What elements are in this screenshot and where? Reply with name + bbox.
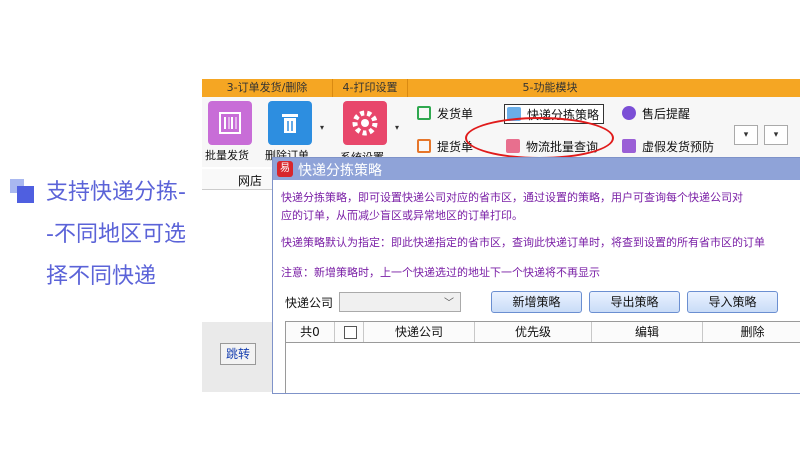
tab-function-module[interactable]: 5-功能模块 — [408, 79, 692, 97]
aftersale-label: 售后提醒 — [642, 106, 691, 121]
combo-2[interactable]: ▾ — [764, 125, 788, 145]
barcode-icon — [219, 112, 241, 134]
system-settings-button[interactable] — [343, 101, 387, 145]
fake-ship-prevent-label: 虚假发货预防 — [642, 139, 715, 154]
ribbon-tabbar: 3-订单发货/删除 4-打印设置 5-功能模块 — [202, 79, 800, 97]
batch-ship-button[interactable] — [208, 101, 252, 145]
header-delete: 删除 — [740, 325, 765, 339]
description-line-2: 应的订单，从而减少盲区或异常地区的订单打印。 — [281, 209, 523, 222]
promo-bullet-icon — [10, 179, 34, 203]
shield-icon — [622, 139, 636, 153]
app-logo-icon: 易 — [277, 161, 293, 177]
store-column-header: 网店 — [202, 169, 272, 190]
header-company: 快递公司 — [364, 322, 475, 342]
default-strategy-description: 快递策略默认为指定：即此快递指定的省市区，查询此快递订单时，将查到设置的所有省市… — [281, 236, 765, 249]
dialog-titlebar: 易 快递分拣策略 — [273, 158, 800, 180]
description-line-1: 快递分拣策略，即可设置快递公司对应的省市区，通过设置的策略，用户可查询每个快递公… — [281, 191, 743, 204]
header-edit: 编辑 — [592, 322, 703, 342]
ship-single-label: 发货单 — [437, 106, 474, 121]
batch-ship-label: 批量发货 — [205, 149, 249, 162]
strategy-table: 共0 快递公司 优先级 编辑 删除 — [285, 321, 800, 393]
export-strategy-button[interactable]: 导出策略 — [589, 291, 680, 313]
add-strategy-button[interactable]: 新增策略 — [491, 291, 582, 313]
print-icon — [417, 106, 431, 120]
tab-print-settings[interactable]: 4-打印设置 — [333, 79, 408, 97]
company-select[interactable]: ﹀ — [339, 292, 461, 312]
trash-icon — [282, 114, 298, 133]
ship-single-button[interactable]: 发货单 — [417, 104, 473, 122]
promo-text: 支持快递分拣--不同地区可选择不同快递 — [46, 180, 186, 289]
tab-order-ship-delete[interactable]: 3-订单发货/删除 — [202, 79, 333, 97]
header-priority: 优先级 — [475, 322, 592, 342]
aftersale-reminder-button[interactable]: 售后提醒 — [622, 104, 690, 122]
bell-icon — [622, 106, 636, 120]
gear-icon — [352, 110, 378, 136]
system-settings-dropdown-icon[interactable]: ▾ — [395, 123, 399, 132]
table-header-row: 共0 快递公司 优先级 编辑 删除 — [286, 322, 800, 343]
header-total: 共0 — [286, 322, 335, 342]
note-text: 注意：新增策略时，上一个快递选过的地址下一个快递将不再显示 — [281, 266, 600, 279]
document-icon — [417, 139, 431, 153]
chevron-down-icon: ﹀ — [444, 298, 454, 309]
delete-order-dropdown-icon[interactable]: ▾ — [320, 123, 324, 132]
company-label: 快递公司 — [285, 296, 334, 310]
express-sort-dialog: 易 快递分拣策略 快递分拣策略，即可设置快递公司对应的省市区，通过设置的策略，用… — [272, 157, 800, 394]
fake-ship-prevent-button[interactable]: 虚假发货预防 — [622, 137, 714, 155]
jump-button[interactable]: 跳转 — [220, 343, 256, 365]
highlight-oval — [465, 117, 614, 159]
select-all-checkbox[interactable] — [344, 326, 357, 339]
import-strategy-button[interactable]: 导入策略 — [687, 291, 778, 313]
combo-1[interactable]: ▾ — [734, 125, 758, 145]
dialog-title: 快递分拣策略 — [298, 163, 382, 179]
delete-order-button[interactable] — [268, 101, 312, 145]
